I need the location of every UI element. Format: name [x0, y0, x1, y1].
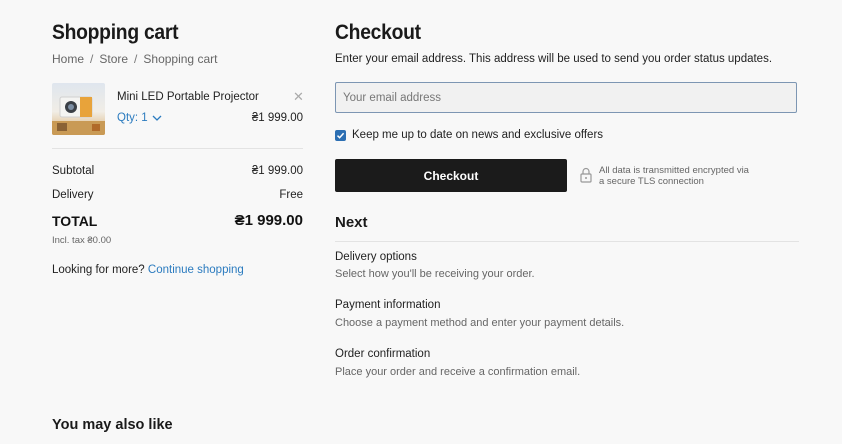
product-name[interactable]: Mini LED Portable Projector	[117, 91, 259, 103]
quantity-label: Qty: 1	[117, 112, 148, 124]
newsletter-label: Keep me up to date on news and exclusive…	[352, 129, 604, 141]
newsletter-option[interactable]: Keep me up to date on news and exclusive…	[335, 129, 603, 141]
total-value: ₴1 999.00	[234, 212, 303, 229]
tax-note: Incl. tax ₴0.00	[52, 235, 112, 246]
related-title: You may also like	[52, 417, 173, 433]
cart-title: Shopping cart	[52, 21, 179, 44]
breadcrumb-current: Shopping cart	[143, 52, 218, 66]
total-label: TOTAL	[52, 213, 98, 229]
more-text: Looking for more?	[52, 264, 145, 276]
lock-icon	[580, 167, 592, 188]
checkout-intro: Enter your email address. This address w…	[335, 53, 773, 65]
email-field[interactable]: Your email address	[335, 82, 797, 113]
item-price: ₴1 999.00	[251, 112, 303, 124]
step-confirmation-desc: Place your order and receive a confirmat…	[335, 366, 581, 378]
subtotal-value: ₴1 999.00	[251, 165, 303, 177]
breadcrumb: Home / Store / Shopping cart	[52, 52, 218, 66]
projector-image	[52, 96, 105, 135]
step-confirmation-title: Order confirmation	[335, 348, 431, 360]
delivery-label: Delivery	[52, 189, 94, 201]
checkmark-icon	[336, 132, 345, 139]
security-line-2: a secure TLS connection	[599, 176, 704, 187]
next-title: Next	[335, 214, 368, 231]
security-note: All data is transmitted encrypted via a …	[599, 165, 749, 187]
checkout-title: Checkout	[335, 21, 421, 44]
remove-item-icon[interactable]: ✕	[293, 89, 304, 105]
step-payment-title: Payment information	[335, 299, 441, 311]
newsletter-checkbox[interactable]	[335, 129, 346, 141]
delivery-value: Free	[279, 189, 303, 201]
chevron-down-icon	[152, 115, 162, 121]
checkout-button[interactable]: Checkout	[335, 159, 567, 192]
step-payment-desc: Choose a payment method and enter your p…	[335, 317, 625, 329]
breadcrumb-store[interactable]: Store	[99, 52, 128, 66]
breadcrumb-home[interactable]: Home	[52, 52, 84, 66]
product-thumbnail[interactable]	[52, 83, 105, 135]
email-placeholder: Your email address	[343, 91, 442, 104]
subtotal-label: Subtotal	[52, 165, 95, 177]
next-divider	[335, 241, 799, 242]
step-delivery-title: Delivery options	[335, 251, 417, 263]
quantity-selector[interactable]: Qty: 1	[117, 112, 162, 124]
step-delivery-desc: Select how you'll be receiving your orde…	[335, 268, 535, 280]
security-line-1: All data is transmitted encrypted via	[599, 165, 749, 176]
continue-shopping-link[interactable]: Continue shopping	[148, 264, 244, 276]
more-shopping: Looking for more? Continue shopping	[52, 264, 244, 276]
cart-divider	[52, 148, 303, 149]
